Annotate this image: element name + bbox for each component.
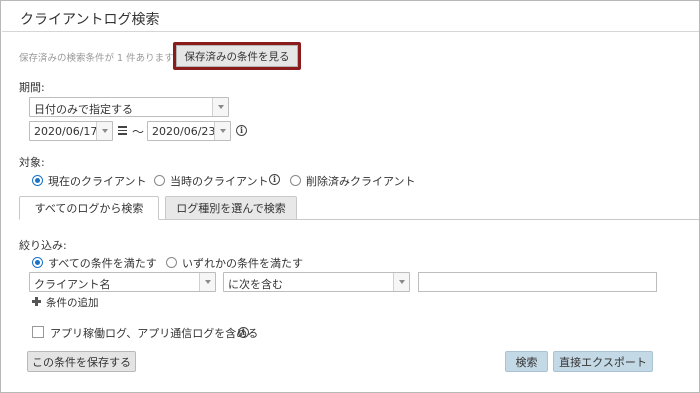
filter-label: 絞り込み: xyxy=(19,239,67,252)
search-button[interactable]: 検索 xyxy=(505,351,548,372)
filter-field-select[interactable]: クライアント名 xyxy=(29,272,216,292)
end-date-value: 2020/06/23 xyxy=(152,125,216,138)
direct-export-button[interactable]: 直接エクスポート xyxy=(553,351,653,372)
radio-match-any-label: いずれかの条件を満たす xyxy=(182,257,303,270)
start-date-value: 2020/06/17 xyxy=(34,125,98,138)
period-mode-value: 日付のみで指定する xyxy=(34,103,133,116)
chevron-down-icon xyxy=(199,273,215,291)
date-range-separator: ～ xyxy=(132,125,145,139)
radio-current-client-label: 現在のクライアント xyxy=(48,175,147,188)
radio-match-any[interactable] xyxy=(166,257,177,268)
search-dialog: クライアントログ検索 保存済みの検索条件が 1 件あります。 保存済みの条件を見… xyxy=(0,0,700,393)
filter-operator-value: に次を含む xyxy=(228,278,283,291)
filter-operator-select[interactable]: に次を含む xyxy=(223,272,410,292)
info-icon[interactable]: i xyxy=(238,327,249,338)
radio-deleted-client-label: 削除済みクライアント xyxy=(306,175,416,188)
tab-by-log-type[interactable]: ログ種別を選んで検索 xyxy=(165,196,297,220)
chevron-down-icon xyxy=(212,98,228,116)
filter-field-value: クライアント名 xyxy=(34,278,111,291)
radio-past-client-label: 当時のクライアント xyxy=(170,175,269,188)
chevron-down-icon xyxy=(393,273,409,291)
target-label: 対象: xyxy=(19,156,45,169)
save-condition-button[interactable]: この条件を保存する xyxy=(27,351,136,372)
view-saved-conditions-label: 保存済みの条件を見る xyxy=(176,45,298,67)
start-date-select[interactable]: 2020/06/17 xyxy=(29,121,113,141)
info-icon[interactable]: i xyxy=(236,125,247,136)
include-app-logs-checkbox[interactable] xyxy=(32,326,44,338)
radio-current-client[interactable] xyxy=(32,175,43,186)
saved-conditions-message: 保存済みの検索条件が 1 件あります。 xyxy=(19,53,183,64)
period-mode-select[interactable]: 日付のみで指定する xyxy=(29,97,229,117)
title-bar: クライアントログ検索 xyxy=(2,2,699,32)
chevron-down-icon xyxy=(214,122,230,140)
calendar-equiv-icon[interactable] xyxy=(118,126,127,135)
radio-deleted-client[interactable] xyxy=(290,175,301,186)
plus-icon[interactable] xyxy=(32,297,41,306)
radio-match-all[interactable] xyxy=(32,257,43,268)
radio-match-all-label: すべての条件を満たす xyxy=(48,257,157,270)
period-label: 期間: xyxy=(19,81,45,94)
info-icon[interactable]: i xyxy=(269,174,280,185)
radio-past-client[interactable] xyxy=(154,175,165,186)
tab-all-logs[interactable]: すべてのログから検索 xyxy=(19,196,159,220)
include-app-logs-label: アプリ稼働ログ、アプリ通信ログを含める xyxy=(50,327,259,340)
end-date-select[interactable]: 2020/06/23 xyxy=(147,121,231,141)
chevron-down-icon xyxy=(96,122,112,140)
add-condition-link[interactable]: 条件の追加 xyxy=(46,295,99,310)
filter-text-input[interactable] xyxy=(418,272,657,292)
view-saved-conditions-button[interactable]: 保存済みの条件を見る xyxy=(173,42,301,70)
dialog-title: クライアントログ検索 xyxy=(20,12,160,28)
